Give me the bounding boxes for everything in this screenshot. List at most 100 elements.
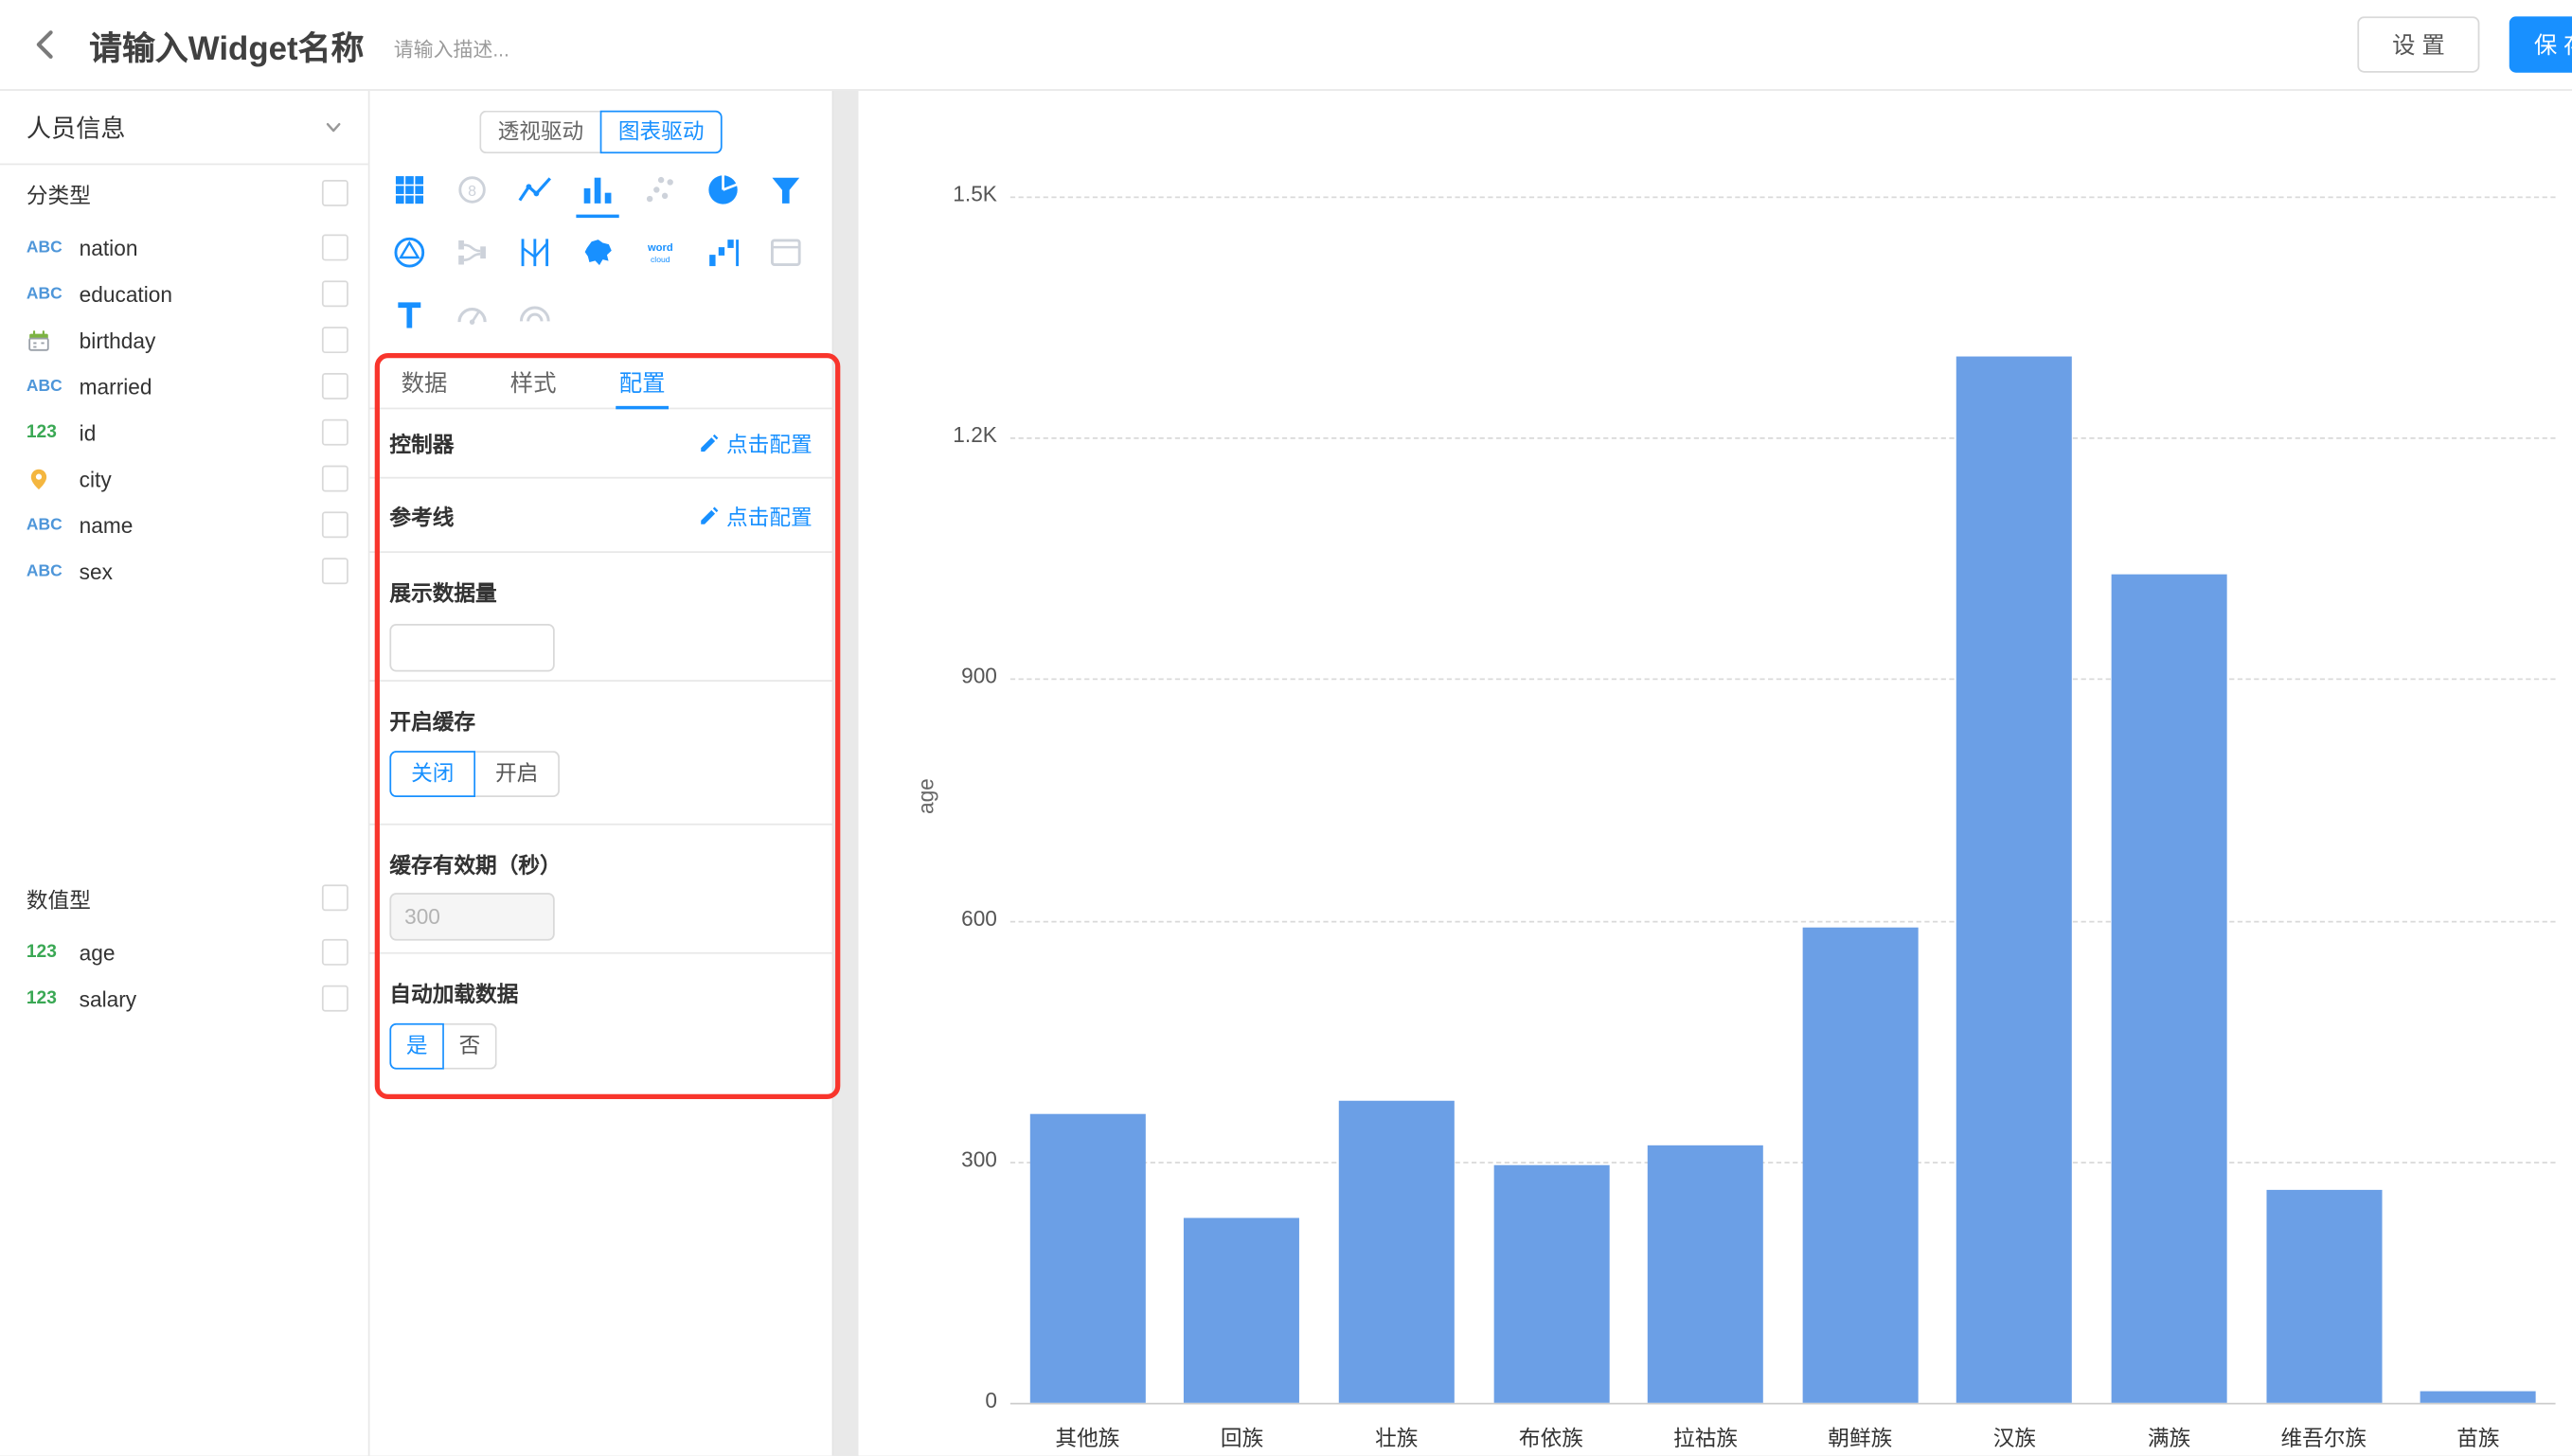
chart-pane: age 03006009001.2K1.5K 其他族回族壮族布依族拉祜族朝鲜族汉… bbox=[858, 91, 2572, 1456]
field-row-birthday[interactable]: birthday bbox=[0, 317, 368, 364]
reference-line-row: 参考线 点击配置 bbox=[369, 479, 831, 553]
x-tick-label: 满族 bbox=[2092, 1421, 2246, 1452]
bar-苗族[interactable] bbox=[2420, 1391, 2536, 1403]
field-checkbox[interactable] bbox=[322, 985, 348, 1012]
back-button[interactable] bbox=[13, 11, 80, 78]
field-checkbox[interactable] bbox=[322, 939, 348, 966]
field-checkbox[interactable] bbox=[322, 235, 348, 261]
x-tick-label: 拉祜族 bbox=[1629, 1421, 1783, 1452]
section-checkbox[interactable] bbox=[322, 884, 348, 911]
cache-off-button[interactable]: 关闭 bbox=[389, 751, 475, 797]
bar-布依族[interactable] bbox=[1493, 1165, 1609, 1403]
auto-load-no-button[interactable]: 否 bbox=[444, 1023, 497, 1070]
cache-on-button[interactable]: 开启 bbox=[475, 751, 560, 797]
widget-description-input[interactable]: 请输入描述... bbox=[394, 35, 509, 63]
number-type-icon: 123 bbox=[27, 422, 80, 442]
gridline bbox=[1010, 679, 2556, 681]
radar-chart-icon[interactable] bbox=[378, 222, 440, 284]
string-type-icon: ABC bbox=[27, 285, 80, 303]
data-limit-input[interactable] bbox=[389, 624, 554, 672]
cache-row: 开启缓存 关闭 开启 bbox=[369, 682, 831, 826]
svg-text:8: 8 bbox=[468, 184, 476, 200]
tab-data[interactable]: 数据 bbox=[369, 360, 478, 408]
field-checkbox[interactable] bbox=[322, 373, 348, 400]
string-type-icon: ABC bbox=[27, 239, 80, 257]
funnel-chart-icon[interactable] bbox=[755, 158, 817, 221]
field-list: ABC nation ABC education birthday bbox=[0, 224, 368, 594]
field-checkbox[interactable] bbox=[322, 327, 348, 353]
widget-editor-app: 请输入Widget名称 请输入描述... 设 置 保 存 人员信息 分类型 AB… bbox=[0, 0, 2572, 1456]
numeric-section: 数值型 123 age 123 salary bbox=[0, 870, 368, 1021]
bar-chart-icon[interactable] bbox=[566, 158, 629, 221]
field-row-city[interactable]: city bbox=[0, 455, 368, 502]
section-label: 数值型 bbox=[27, 882, 91, 914]
richtext-chart-icon[interactable] bbox=[378, 284, 440, 346]
y-tick-label: 900 bbox=[858, 664, 996, 688]
view-selector[interactable]: 人员信息 bbox=[0, 91, 368, 165]
bar-汉族[interactable] bbox=[1956, 357, 2072, 1402]
field-checkbox[interactable] bbox=[322, 419, 348, 446]
parallel-chart-icon[interactable] bbox=[504, 222, 566, 284]
section-checkbox[interactable] bbox=[322, 180, 348, 206]
location-pin-icon bbox=[27, 466, 80, 490]
bar-回族[interactable] bbox=[1185, 1217, 1300, 1402]
x-tick-label: 维吾尔族 bbox=[2246, 1421, 2401, 1452]
gauge-chart-icon bbox=[440, 284, 503, 346]
line-chart-icon[interactable] bbox=[504, 158, 566, 221]
field-name: name bbox=[80, 512, 322, 537]
cache-expiry-label: 缓存有效期（秒） bbox=[389, 826, 812, 880]
bar-拉祜族[interactable] bbox=[1648, 1145, 1763, 1403]
field-name: married bbox=[80, 374, 322, 399]
chart-mode-button[interactable]: 图表驱动 bbox=[600, 111, 723, 153]
y-axis-title: age bbox=[914, 778, 938, 814]
field-row-name[interactable]: ABC name bbox=[0, 502, 368, 548]
string-type-icon: ABC bbox=[27, 562, 80, 580]
field-name: nation bbox=[80, 235, 322, 259]
string-type-icon: ABC bbox=[27, 516, 80, 534]
pivot-mode-button[interactable]: 透视驱动 bbox=[479, 111, 599, 153]
configure-link-text: 点击配置 bbox=[726, 499, 813, 530]
pie-chart-icon[interactable] bbox=[691, 158, 754, 221]
save-button[interactable]: 保 存 bbox=[2509, 16, 2572, 72]
field-name: education bbox=[80, 281, 322, 306]
auto-load-yes-button[interactable]: 是 bbox=[389, 1023, 444, 1070]
controller-row: 控制器 点击配置 bbox=[369, 409, 831, 478]
field-row-married[interactable]: ABC married bbox=[0, 364, 368, 410]
sankey-chart-icon bbox=[440, 222, 503, 284]
y-tick-label: 600 bbox=[858, 905, 996, 930]
field-checkbox[interactable] bbox=[322, 511, 348, 538]
wordcloud-chart-icon[interactable]: wordcloud bbox=[629, 222, 691, 284]
bar-维吾尔族[interactable] bbox=[2266, 1190, 2382, 1403]
waterfall-chart-icon[interactable] bbox=[691, 222, 754, 284]
topbar: 请输入Widget名称 请输入描述... 设 置 保 存 bbox=[0, 0, 2572, 91]
field-checkbox[interactable] bbox=[322, 558, 348, 584]
chevron-left-icon bbox=[28, 27, 64, 62]
field-row-age[interactable]: 123 age bbox=[0, 929, 368, 975]
map-chart-icon[interactable] bbox=[566, 222, 629, 284]
settings-button[interactable]: 设 置 bbox=[2358, 16, 2480, 72]
field-name: salary bbox=[80, 986, 322, 1011]
field-checkbox[interactable] bbox=[322, 466, 348, 492]
tab-style[interactable]: 样式 bbox=[479, 360, 588, 408]
auto-load-label: 自动加载数据 bbox=[389, 954, 812, 1009]
field-row-salary[interactable]: 123 salary bbox=[0, 975, 368, 1021]
tab-config[interactable]: 配置 bbox=[588, 360, 697, 408]
field-row-id[interactable]: 123 id bbox=[0, 409, 368, 455]
field-row-sex[interactable]: ABC sex bbox=[0, 548, 368, 595]
bar-壮族[interactable] bbox=[1339, 1101, 1455, 1403]
field-row-education[interactable]: ABC education bbox=[0, 271, 368, 317]
number-type-icon: 123 bbox=[27, 988, 80, 1008]
bar-满族[interactable] bbox=[2112, 575, 2227, 1403]
field-row-nation[interactable]: ABC nation bbox=[0, 224, 368, 271]
x-tick-label: 壮族 bbox=[1319, 1421, 1474, 1452]
bar-其他族[interactable] bbox=[1029, 1113, 1145, 1403]
reference-line-configure-link[interactable]: 点击配置 bbox=[698, 499, 812, 530]
field-checkbox[interactable] bbox=[322, 280, 348, 307]
controller-configure-link[interactable]: 点击配置 bbox=[698, 428, 812, 459]
bar-朝鲜族[interactable] bbox=[1802, 929, 1918, 1403]
cache-label: 开启缓存 bbox=[389, 682, 812, 737]
gridline bbox=[1010, 196, 2556, 198]
widget-name-input[interactable]: 请输入Widget名称 bbox=[89, 21, 364, 69]
table-chart-icon[interactable] bbox=[378, 158, 440, 221]
chevron-down-icon bbox=[322, 115, 345, 138]
